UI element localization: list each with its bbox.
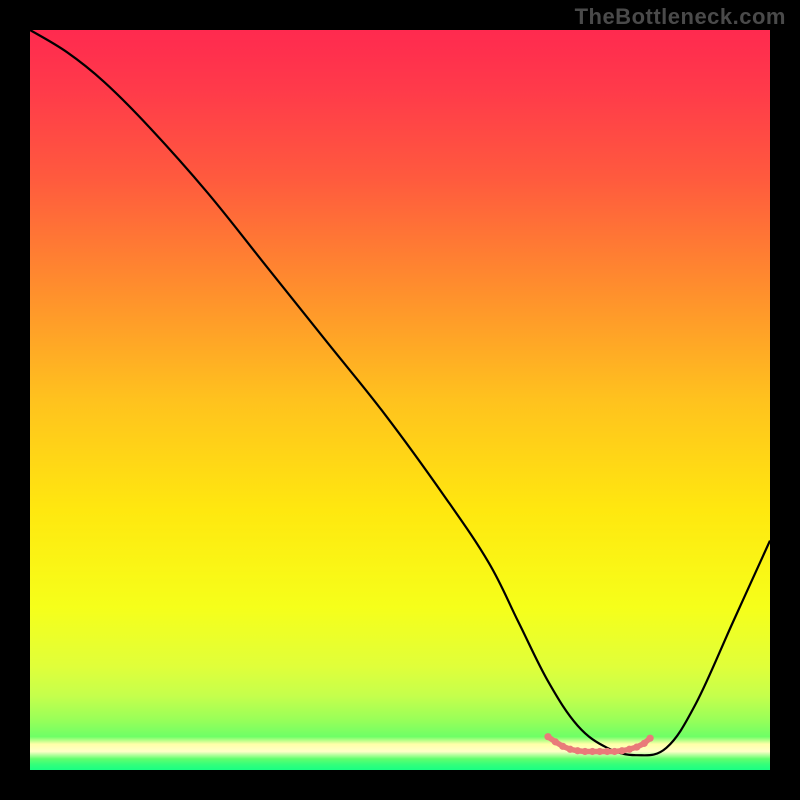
optimal-range-dot: [596, 748, 603, 755]
plot-area: [30, 30, 770, 770]
optimal-range-dot: [626, 746, 633, 753]
optimal-range-dot: [544, 733, 551, 740]
optimal-range-dot: [641, 740, 648, 747]
optimal-range-dot: [647, 735, 654, 742]
optimal-range-dot: [574, 747, 581, 754]
optimal-range-dot: [611, 748, 618, 755]
optimal-range-dot: [552, 738, 559, 745]
optimal-range-dot: [604, 748, 611, 755]
chart-svg: [30, 30, 770, 770]
chart-frame: TheBottleneck.com: [0, 0, 800, 800]
optimal-range-dot: [581, 748, 588, 755]
optimal-range-dot: [633, 743, 640, 750]
optimal-range-dot: [618, 747, 625, 754]
optimal-range-dot: [567, 746, 574, 753]
watermark-text: TheBottleneck.com: [575, 4, 786, 30]
optimal-range-dot: [559, 743, 566, 750]
optimal-range-dot: [589, 748, 596, 755]
gradient-background: [30, 30, 770, 770]
